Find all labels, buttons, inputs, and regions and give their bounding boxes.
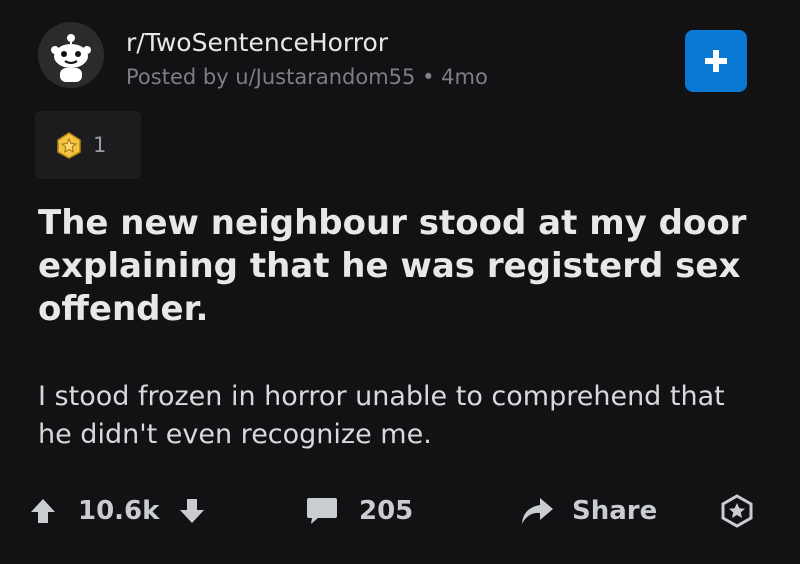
post-header: r/TwoSentenceHorror Posted by u/Justaran… [38, 22, 758, 92]
plus-icon [705, 50, 727, 72]
vote-score: 10.6k [78, 496, 160, 526]
share-button[interactable]: Share [520, 488, 657, 534]
vote-group: 10.6k [30, 488, 205, 534]
comment-count: 205 [359, 496, 414, 526]
comments-button[interactable]: 205 [305, 488, 413, 534]
post-title: The new neighbour stood at my door expla… [38, 203, 747, 329]
give-award-button[interactable] [720, 488, 754, 534]
subreddit-name[interactable]: r/TwoSentenceHorror [126, 28, 388, 57]
post-body: I stood frozen in horror unable to compr… [38, 381, 725, 450]
award-badge[interactable]: 1 [35, 111, 141, 179]
downvote-icon[interactable] [179, 497, 205, 525]
award-count: 1 [93, 133, 107, 157]
share-icon [520, 496, 554, 526]
join-button[interactable] [685, 30, 747, 92]
action-bar: 10.6k 205 Share [0, 488, 800, 534]
award-icon [55, 131, 83, 159]
subreddit-avatar[interactable] [38, 22, 104, 88]
award-outline-icon [720, 494, 754, 528]
upvote-icon[interactable] [30, 497, 56, 525]
post-meta: Posted by u/Justarandom55 • 4mo [126, 65, 488, 89]
comment-icon [305, 496, 339, 526]
share-label: Share [572, 496, 658, 526]
snoo-icon [51, 34, 91, 82]
